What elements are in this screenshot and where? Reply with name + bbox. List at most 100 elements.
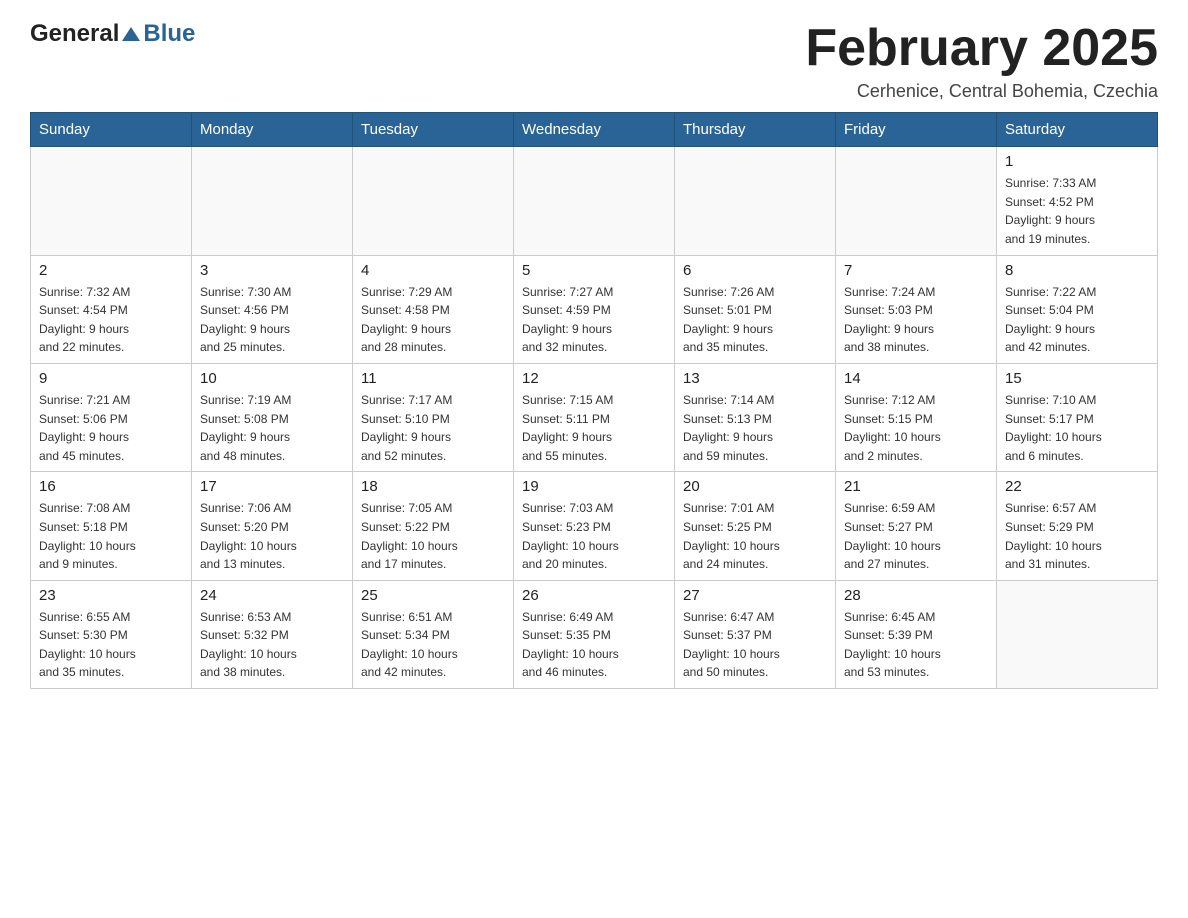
day-info: Sunrise: 7:12 AM Sunset: 5:15 PM Dayligh… xyxy=(844,391,988,465)
calendar-cell: 6Sunrise: 7:26 AM Sunset: 5:01 PM Daylig… xyxy=(675,255,836,363)
calendar-cell: 26 Sunrise: 6:49 AM Sunset: 5:35 PM Dayli… xyxy=(514,580,675,688)
day-info: Sunrise: 6:57 AM Sunset: 5:29 PM Dayligh… xyxy=(1005,499,1149,573)
day-info: Sunrise: 7:03 AM Sunset: 5:23 PM Dayligh… xyxy=(522,499,666,573)
calendar-cell: 17Sunrise: 7:06 AM Sunset: 5:20 PM Dayli… xyxy=(192,472,353,580)
calendar-week-row: 9 Sunrise: 7:21 AM Sunset: 5:06 PM Daylig… xyxy=(31,363,1158,471)
day-info: Sunrise: 7:33 AM Sunset: 4:52 PM Dayligh… xyxy=(1005,174,1149,248)
calendar-cell: 2 Sunrise: 7:32 AM Sunset: 4:54 PM Daylig… xyxy=(31,255,192,363)
calendar-week-row: 1 Sunrise: 7:33 AM Sunset: 4:52 PM Daylig… xyxy=(31,147,1158,255)
calendar-cell: 13 Sunrise: 7:14 AM Sunset: 5:13 PM Dayli… xyxy=(675,363,836,471)
day-number: 3 xyxy=(200,262,344,279)
calendar-cell: 16 Sunrise: 7:08 AM Sunset: 5:18 PM Dayli… xyxy=(31,472,192,580)
calendar-cell: 27 Sunrise: 6:47 AM Sunset: 5:37 PM Dayli… xyxy=(675,580,836,688)
day-info: Sunrise: 7:29 AM Sunset: 4:58 PM Dayligh… xyxy=(361,283,505,357)
calendar-cell: 9 Sunrise: 7:21 AM Sunset: 5:06 PM Daylig… xyxy=(31,363,192,471)
day-number: 11 xyxy=(361,370,505,387)
day-number: 5 xyxy=(522,262,666,279)
day-number: 23 xyxy=(39,587,183,604)
day-info: Sunrise: 6:45 AM Sunset: 5:39 PM Dayligh… xyxy=(844,608,988,682)
calendar-table: Sunday Monday Tuesday Wednesday Thursday… xyxy=(30,112,1158,689)
calendar-cell: 7 Sunrise: 7:24 AM Sunset: 5:03 PM Daylig… xyxy=(836,255,997,363)
calendar-cell: 18Sunrise: 7:05 AM Sunset: 5:22 PM Dayli… xyxy=(353,472,514,580)
calendar-cell: 8Sunrise: 7:22 AM Sunset: 5:04 PM Daylig… xyxy=(997,255,1158,363)
calendar-cell xyxy=(675,147,836,255)
calendar-cell xyxy=(514,147,675,255)
day-number: 24 xyxy=(200,587,344,604)
title-area: February 2025 Cerhenice, Central Bohemia… xyxy=(805,20,1158,102)
calendar-cell: 3 Sunrise: 7:30 AM Sunset: 4:56 PM Daylig… xyxy=(192,255,353,363)
header-wednesday: Wednesday xyxy=(514,113,675,147)
day-number: 20 xyxy=(683,478,827,495)
calendar-cell: 10Sunrise: 7:19 AM Sunset: 5:08 PM Dayli… xyxy=(192,363,353,471)
calendar-cell: 21 Sunrise: 6:59 AM Sunset: 5:27 PM Dayli… xyxy=(836,472,997,580)
day-number: 2 xyxy=(39,262,183,279)
header-saturday: Saturday xyxy=(997,113,1158,147)
header-sunday: Sunday xyxy=(31,113,192,147)
header-thursday: Thursday xyxy=(675,113,836,147)
calendar-cell: 19 Sunrise: 7:03 AM Sunset: 5:23 PM Dayli… xyxy=(514,472,675,580)
header-tuesday: Tuesday xyxy=(353,113,514,147)
calendar-cell: 15 Sunrise: 7:10 AM Sunset: 5:17 PM Dayli… xyxy=(997,363,1158,471)
calendar-cell: 28Sunrise: 6:45 AM Sunset: 5:39 PM Dayli… xyxy=(836,580,997,688)
day-info: Sunrise: 7:27 AM Sunset: 4:59 PM Dayligh… xyxy=(522,283,666,357)
calendar-week-row: 16 Sunrise: 7:08 AM Sunset: 5:18 PM Dayli… xyxy=(31,472,1158,580)
day-info: Sunrise: 7:30 AM Sunset: 4:56 PM Dayligh… xyxy=(200,283,344,357)
weekday-header-row: Sunday Monday Tuesday Wednesday Thursday… xyxy=(31,113,1158,147)
day-number: 26 xyxy=(522,587,666,604)
calendar-week-row: 2 Sunrise: 7:32 AM Sunset: 4:54 PM Daylig… xyxy=(31,255,1158,363)
calendar-cell: 14 Sunrise: 7:12 AM Sunset: 5:15 PM Dayli… xyxy=(836,363,997,471)
day-info: Sunrise: 7:21 AM Sunset: 5:06 PM Dayligh… xyxy=(39,391,183,465)
day-info: Sunrise: 7:10 AM Sunset: 5:17 PM Dayligh… xyxy=(1005,391,1149,465)
logo-triangle-icon xyxy=(120,23,142,45)
day-number: 14 xyxy=(844,370,988,387)
calendar-cell: 12Sunrise: 7:15 AM Sunset: 5:11 PM Dayli… xyxy=(514,363,675,471)
calendar-cell: 23 Sunrise: 6:55 AM Sunset: 5:30 PM Dayli… xyxy=(31,580,192,688)
calendar-cell: 11Sunrise: 7:17 AM Sunset: 5:10 PM Dayli… xyxy=(353,363,514,471)
header-monday: Monday xyxy=(192,113,353,147)
calendar-cell xyxy=(31,147,192,255)
day-number: 25 xyxy=(361,587,505,604)
day-info: Sunrise: 7:24 AM Sunset: 5:03 PM Dayligh… xyxy=(844,283,988,357)
month-title: February 2025 xyxy=(805,20,1158,77)
calendar-cell xyxy=(997,580,1158,688)
day-number: 4 xyxy=(361,262,505,279)
day-number: 17 xyxy=(200,478,344,495)
day-number: 10 xyxy=(200,370,344,387)
calendar-cell: 5 Sunrise: 7:27 AM Sunset: 4:59 PM Daylig… xyxy=(514,255,675,363)
calendar-cell: 4 Sunrise: 7:29 AM Sunset: 4:58 PM Daylig… xyxy=(353,255,514,363)
day-info: Sunrise: 6:49 AM Sunset: 5:35 PM Dayligh… xyxy=(522,608,666,682)
day-info: Sunrise: 7:08 AM Sunset: 5:18 PM Dayligh… xyxy=(39,499,183,573)
day-number: 13 xyxy=(683,370,827,387)
day-info: Sunrise: 7:05 AM Sunset: 5:22 PM Dayligh… xyxy=(361,499,505,573)
calendar-cell: 20 Sunrise: 7:01 AM Sunset: 5:25 PM Dayli… xyxy=(675,472,836,580)
day-info: Sunrise: 6:59 AM Sunset: 5:27 PM Dayligh… xyxy=(844,499,988,573)
header-friday: Friday xyxy=(836,113,997,147)
page-header: General Blue February 2025 Cerhenice, Ce… xyxy=(30,20,1158,102)
day-info: Sunrise: 7:26 AM Sunset: 5:01 PM Dayligh… xyxy=(683,283,827,357)
day-number: 22 xyxy=(1005,478,1149,495)
calendar-cell xyxy=(192,147,353,255)
day-number: 27 xyxy=(683,587,827,604)
day-info: Sunrise: 6:53 AM Sunset: 5:32 PM Dayligh… xyxy=(200,608,344,682)
day-info: Sunrise: 7:32 AM Sunset: 4:54 PM Dayligh… xyxy=(39,283,183,357)
day-number: 21 xyxy=(844,478,988,495)
location-subtitle: Cerhenice, Central Bohemia, Czechia xyxy=(805,81,1158,102)
day-number: 12 xyxy=(522,370,666,387)
day-number: 19 xyxy=(522,478,666,495)
day-number: 9 xyxy=(39,370,183,387)
day-info: Sunrise: 7:14 AM Sunset: 5:13 PM Dayligh… xyxy=(683,391,827,465)
calendar-cell: 24 Sunrise: 6:53 AM Sunset: 5:32 PM Dayli… xyxy=(192,580,353,688)
day-info: Sunrise: 6:51 AM Sunset: 5:34 PM Dayligh… xyxy=(361,608,505,682)
day-number: 16 xyxy=(39,478,183,495)
day-number: 15 xyxy=(1005,370,1149,387)
calendar-cell: 1 Sunrise: 7:33 AM Sunset: 4:52 PM Daylig… xyxy=(997,147,1158,255)
day-number: 1 xyxy=(1005,153,1149,170)
day-info: Sunrise: 7:01 AM Sunset: 5:25 PM Dayligh… xyxy=(683,499,827,573)
day-number: 7 xyxy=(844,262,988,279)
day-info: Sunrise: 6:55 AM Sunset: 5:30 PM Dayligh… xyxy=(39,608,183,682)
logo: General Blue xyxy=(30,20,195,48)
calendar-cell: 25 Sunrise: 6:51 AM Sunset: 5:34 PM Dayli… xyxy=(353,580,514,688)
day-info: Sunrise: 6:47 AM Sunset: 5:37 PM Dayligh… xyxy=(683,608,827,682)
logo-blue-text: Blue xyxy=(143,20,195,48)
day-info: Sunrise: 7:22 AM Sunset: 5:04 PM Dayligh… xyxy=(1005,283,1149,357)
